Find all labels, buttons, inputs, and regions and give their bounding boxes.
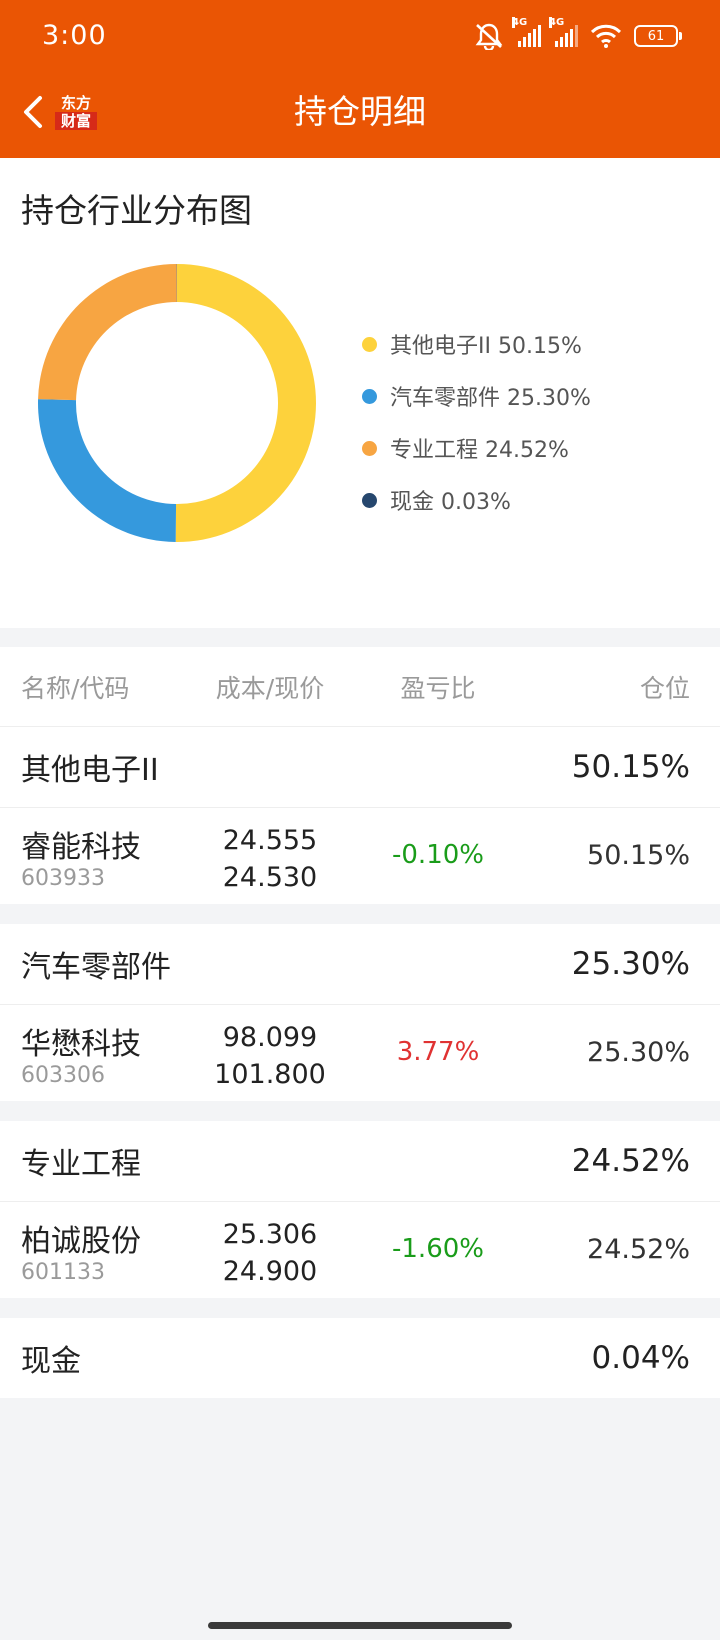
- group-name: 现金: [21, 1344, 81, 1379]
- header-cost: 成本/现价: [215, 673, 325, 703]
- group-header: 汽车零部件 25.30%: [0, 924, 720, 1004]
- profit-ratio: -0.10%: [392, 840, 484, 870]
- header-position: 仓位: [639, 673, 690, 703]
- current-price: 101.800: [214, 1059, 326, 1090]
- stock-position: 50.15%: [587, 840, 690, 871]
- group-name: 专业工程: [21, 1147, 141, 1182]
- cost-value: 98.099: [222, 1022, 318, 1053]
- legend-item: 汽车零部件 25.30%: [362, 370, 591, 422]
- profit-ratio: -1.60%: [392, 1234, 484, 1264]
- stock-position: 25.30%: [587, 1037, 690, 1068]
- group-header: 其他电子II 50.15%: [0, 727, 720, 807]
- donut-slice: [175, 264, 316, 542]
- stock-name: 睿能科技: [21, 830, 141, 865]
- stock-row[interactable]: 柏诚股份 601133 25.306 24.900 -1.60% 24.52%: [0, 1201, 720, 1298]
- cost-price-cell: 25.306 24.900: [210, 1216, 330, 1290]
- stock-code: 603306: [21, 1063, 105, 1088]
- legend-item: 专业工程 24.52%: [362, 422, 591, 474]
- page-title: 持仓明细: [294, 92, 426, 131]
- battery-icon: 61: [634, 25, 682, 47]
- stock-row[interactable]: 华懋科技 603306 98.099 101.800 3.77% 25.30%: [0, 1004, 720, 1101]
- legend-label: 其他电子II 50.15%: [390, 334, 582, 359]
- group-percent: 0.04%: [591, 1340, 690, 1376]
- stock-position: 24.52%: [587, 1234, 690, 1265]
- group-name: 汽车零部件: [21, 950, 171, 985]
- legend-label: 现金 0.03%: [390, 490, 511, 515]
- holding-group: 专业工程 24.52% 柏诚股份 601133 25.306 24.900 -1.60% 24…: [0, 1121, 720, 1298]
- cost-value: 24.555: [222, 825, 318, 856]
- current-price: 24.530: [222, 862, 318, 893]
- signal-icon-2: 4G: [549, 17, 578, 47]
- stock-row[interactable]: 睿能科技 603933 24.555 24.530 -0.10% 50.15%: [0, 807, 720, 904]
- mute-bell-icon: [475, 23, 503, 50]
- signal-icon-1: 4G: [512, 17, 541, 47]
- holding-groups: 其他电子II 50.15% 睿能科技 603933 24.555 24.530 -0.10%…: [0, 727, 720, 1398]
- profit-ratio: 3.77%: [396, 1037, 480, 1067]
- legend-label: 汽车零部件 25.30%: [390, 386, 591, 411]
- group-name: 其他电子II: [21, 753, 159, 788]
- cost-price-cell: 24.555 24.530: [210, 822, 330, 896]
- status-icons: 4G 4G 61: [474, 17, 682, 50]
- stock-code: 601133: [21, 1260, 105, 1285]
- table-header: 名称/代码 成本/现价 盈亏比 仓位: [0, 647, 720, 727]
- status-time: 3:00: [42, 20, 107, 51]
- legend-dot: [362, 336, 377, 352]
- wifi-icon: [590, 24, 622, 48]
- legend-label: 专业工程 24.52%: [390, 438, 569, 463]
- stock-code: 603933: [21, 866, 105, 891]
- header-name: 名称/代码: [21, 673, 130, 703]
- stock-name: 柏诚股份: [21, 1224, 141, 1259]
- holding-group: 汽车零部件 25.30% 华懋科技 603306 98.099 101.800 3.77% 2…: [0, 924, 720, 1101]
- header-ratio: 盈亏比: [400, 673, 476, 703]
- cost-price-cell: 98.099 101.800: [210, 1019, 330, 1093]
- industry-distribution-card: 持仓行业分布图 其他电子II 50.15% 汽车零部件 25.30% 专业工程 24…: [0, 158, 720, 628]
- legend-dot: [362, 492, 377, 508]
- holdings-table: 名称/代码 成本/现价 盈亏比 仓位 其他电子II 50.15% 睿能科技 60393…: [0, 647, 720, 1418]
- current-price: 24.900: [222, 1256, 318, 1287]
- group-percent: 24.52%: [571, 1143, 690, 1179]
- legend-dot: [362, 440, 377, 456]
- chart-legend: 其他电子II 50.15% 汽车零部件 25.30% 专业工程 24.52% 现金 0…: [362, 318, 591, 526]
- home-indicator[interactable]: [208, 1622, 512, 1629]
- group-header: 专业工程 24.52%: [0, 1121, 720, 1201]
- group-header: 现金 0.04%: [0, 1318, 720, 1398]
- donut-slice: [38, 264, 177, 401]
- legend-dot: [362, 388, 377, 404]
- group-percent: 50.15%: [571, 749, 690, 785]
- legend-item: 其他电子II 50.15%: [362, 318, 591, 370]
- group-percent: 25.30%: [571, 946, 690, 982]
- legend-item: 现金 0.03%: [362, 474, 591, 526]
- app-header: 3:00 4G 4G 61 东方 财富 持仓明细: [0, 0, 720, 158]
- stock-name: 华懋科技: [21, 1027, 141, 1062]
- donut-chart: [38, 264, 316, 542]
- donut-slice: [38, 399, 177, 542]
- cost-value: 25.306: [222, 1219, 318, 1250]
- holding-group: 其他电子II 50.15% 睿能科技 603933 24.555 24.530 -0.10%…: [0, 727, 720, 904]
- holding-group: 现金 0.04%: [0, 1318, 720, 1398]
